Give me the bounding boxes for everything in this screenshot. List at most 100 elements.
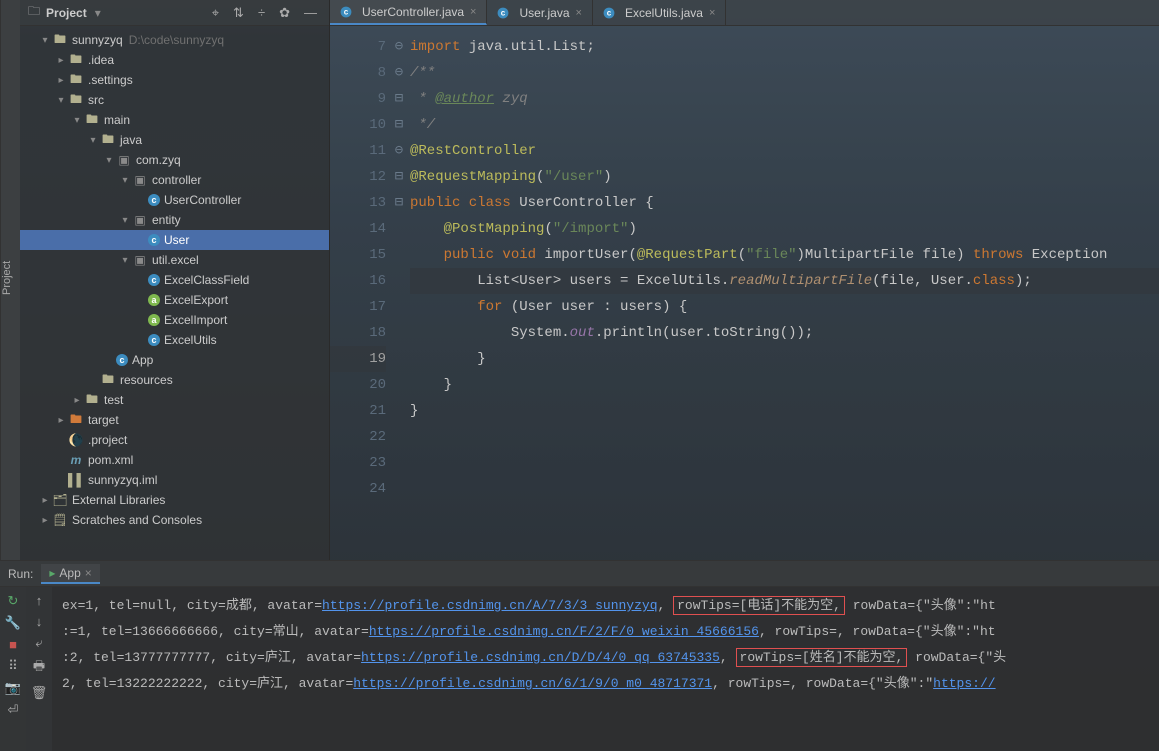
tree-row[interactable]: ▸🗂External Libraries [20, 490, 329, 510]
folder-icon: 🖿 [68, 50, 84, 71]
tree-row[interactable]: ▸🗒 Scratches and Consoles [20, 510, 329, 530]
expander-icon[interactable]: ▸ [54, 75, 68, 86]
folder-icon: ▣ [132, 253, 148, 267]
console-link[interactable]: https://profile.csdnimg.cn/A/7/3/3_sunny… [322, 598, 657, 613]
expander-icon[interactable]: ▾ [54, 95, 68, 106]
tree-label: Scratches and Consoles [72, 513, 202, 527]
close-icon[interactable]: × [709, 7, 715, 19]
expander-icon[interactable]: ▾ [70, 115, 84, 126]
dots-icon[interactable]: ⠿ [8, 658, 18, 674]
settings-icon[interactable]: 🔧 [5, 615, 21, 631]
expander-icon[interactable]: ▾ [38, 35, 52, 46]
tree-row[interactable]: ▾▣entity [20, 210, 329, 230]
class-icon: a [148, 314, 160, 326]
tree-row[interactable]: a ExcelExport [20, 290, 329, 310]
expander-icon[interactable]: ▾ [118, 215, 132, 226]
tree-row[interactable]: ▸🖿test [20, 390, 329, 410]
tree-row[interactable]: cUserController [20, 190, 329, 210]
expander-icon[interactable]: ▾ [118, 255, 132, 266]
folder-icon: 🖿 [68, 70, 84, 91]
tree-row[interactable]: c User [20, 230, 329, 250]
tree-path: D:\code\sunnyzyq [129, 33, 224, 47]
console-link[interactable]: https:// [933, 676, 995, 691]
folder-icon: 🖿 [52, 30, 68, 51]
expander-icon[interactable]: ▸ [54, 415, 68, 426]
folder-icon: 🖿 [84, 110, 100, 131]
tree-label: pom.xml [88, 453, 133, 467]
tree-row[interactable]: 🌘.project [20, 430, 329, 450]
tree-row[interactable]: ▸🖿.idea [20, 50, 329, 70]
class-icon: c [148, 234, 160, 246]
down-icon[interactable]: ↓ [36, 614, 43, 629]
tree-row[interactable]: cExcelClassField [20, 270, 329, 290]
expander-icon[interactable]: ▸ [38, 495, 52, 506]
editor-tab[interactable]: cExcelUtils.java× [593, 0, 726, 25]
tree-row[interactable]: ▾▣ util.excel [20, 250, 329, 270]
stop-icon[interactable]: ■ [9, 637, 17, 652]
collapse-icon[interactable]: ÷ [254, 5, 269, 20]
tree-row[interactable]: ▾🖿main [20, 110, 329, 130]
class-icon: c [116, 354, 128, 366]
expander-icon[interactable]: ▾ [86, 135, 100, 146]
run-panel: Run: ▸ App × ↻ 🔧 ■ ⠿ 📷 ⏎ ↑ ↓ ⤶ 🖶 🗑 [0, 560, 1159, 751]
tree-row[interactable]: cApp [20, 350, 329, 370]
console-link[interactable]: https://profile.csdnimg.cn/6/1/9/0_m0_48… [353, 676, 712, 691]
expander-icon[interactable]: ▸ [38, 515, 52, 526]
close-icon[interactable]: × [576, 7, 582, 19]
class-icon: a [148, 294, 160, 306]
editor-tab[interactable]: cUser.java× [487, 0, 592, 25]
run-config-name[interactable]: App [59, 566, 80, 580]
wrap-icon[interactable]: ⤶ [35, 635, 42, 651]
folder-icon: 🗀 [28, 2, 40, 23]
close-icon[interactable]: × [85, 566, 92, 580]
project-tree[interactable]: ▾🖿sunnyzyqD:\code\sunnyzyq▸🖿.idea▸🖿.sett… [20, 26, 329, 560]
expander-icon[interactable]: ▸ [70, 395, 84, 406]
locate-icon[interactable]: ⌖ [208, 5, 223, 21]
rerun-icon[interactable]: ↻ [8, 593, 19, 609]
editor-tabs[interactable]: cUserController.java×cUser.java×cExcelUt… [330, 0, 1159, 26]
tree-label: target [88, 413, 119, 427]
fold-gutter[interactable]: ⊖ ⊖ ⊟ ⊟ ⊖⊟ ⊟ [392, 26, 406, 560]
tree-row[interactable]: ▾▣controller [20, 170, 329, 190]
tree-row[interactable]: ▾🖿src [20, 90, 329, 110]
tree-label: resources [120, 373, 173, 387]
tree-row[interactable]: ▾🖿sunnyzyqD:\code\sunnyzyq [20, 30, 329, 50]
tree-label: ExcelExport [164, 293, 228, 307]
expand-icon[interactable]: ⇅ [229, 5, 248, 21]
expander-icon[interactable]: ▾ [118, 175, 132, 186]
tree-row[interactable]: ▸🖿.settings [20, 70, 329, 90]
folder-icon: ▣ [132, 173, 148, 187]
folder-icon: 🗒 [52, 513, 68, 527]
tree-row[interactable]: ▾🖿java [20, 130, 329, 150]
tree-row[interactable]: cExcelUtils [20, 330, 329, 350]
expander-icon[interactable]: ▾ [102, 155, 116, 166]
tree-label: User [164, 233, 189, 247]
tree-row[interactable]: ▾▣com.zyq [20, 150, 329, 170]
tree-row[interactable]: ▸🖿target [20, 410, 329, 430]
tree-label: util.excel [152, 253, 199, 267]
tree-row[interactable]: aExcelImport [20, 310, 329, 330]
tree-row[interactable]: 🖿resources [20, 370, 329, 390]
project-tool-tab[interactable]: Project [0, 0, 20, 560]
dropdown-icon[interactable]: ▾ [95, 6, 101, 20]
close-icon[interactable]: × [470, 6, 476, 18]
trash-icon[interactable]: 🗑 [31, 685, 48, 701]
gear-icon[interactable]: ✿ [275, 5, 294, 21]
up-icon[interactable]: ↑ [36, 593, 43, 608]
exit-icon[interactable]: ⏎ [8, 702, 19, 718]
console-link[interactable]: https://profile.csdnimg.cn/F/2/F/0_weixi… [369, 624, 759, 639]
camera-icon[interactable]: 📷 [5, 680, 21, 696]
console-link[interactable]: https://profile.csdnimg.cn/D/D/4/0_qq_63… [361, 650, 720, 665]
editor-tab[interactable]: cUserController.java× [330, 0, 487, 25]
maven-icon: m [68, 453, 84, 467]
line-gutter[interactable]: 789101112131415161718192021222324 [330, 26, 392, 560]
tree-row[interactable]: m pom.xml [20, 450, 329, 470]
code-editor[interactable]: import java.util.List;/** * @author zyq … [406, 26, 1159, 560]
tree-row[interactable]: ▌▌sunnyzyq.iml [20, 470, 329, 490]
console-output[interactable]: ex=1, tel=null, city=成都, avatar=https://… [52, 587, 1159, 751]
hide-icon[interactable]: — [300, 5, 321, 20]
file-type-icon: c [498, 7, 509, 18]
print-icon[interactable]: 🖶 [33, 657, 45, 679]
expander-icon[interactable]: ▸ [54, 55, 68, 66]
folder-icon: 🖿 [68, 90, 84, 111]
